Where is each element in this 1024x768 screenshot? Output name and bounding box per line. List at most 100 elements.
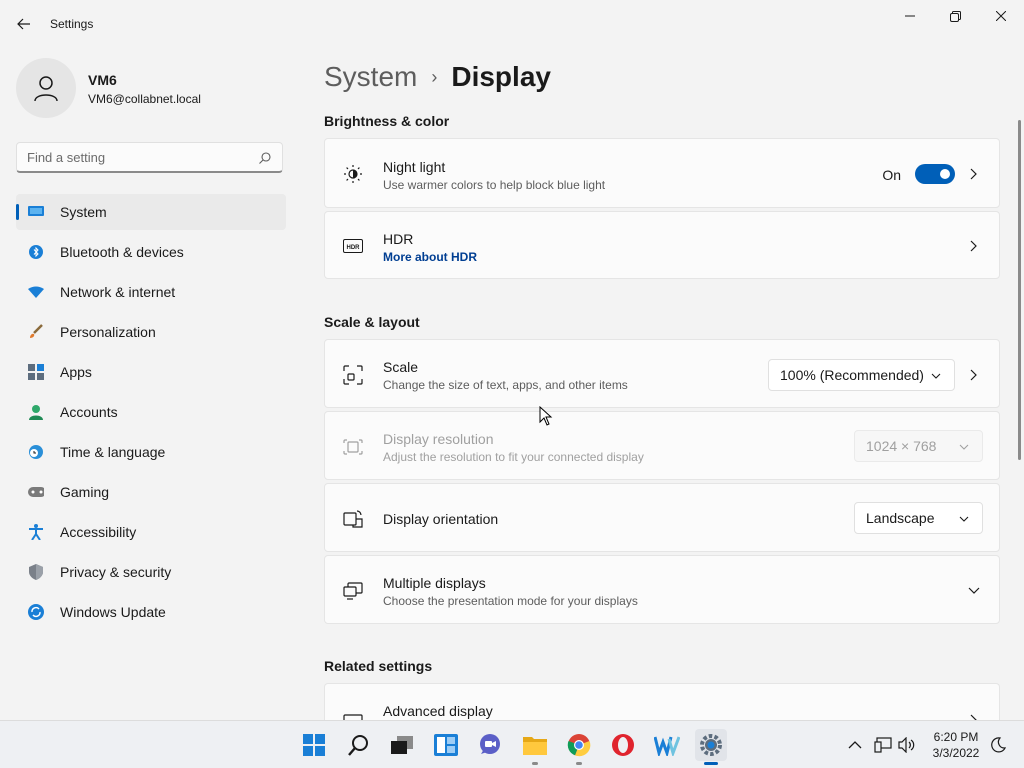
night-light-title: Night light	[383, 159, 446, 175]
settings-icon	[700, 734, 722, 756]
shield-icon	[28, 564, 44, 580]
start-button[interactable]	[298, 729, 330, 761]
bluetooth-icon	[28, 244, 44, 260]
taskbar: 6:20 PM 3/3/2022	[0, 720, 1024, 768]
orientation-card[interactable]: Display orientation Landscape	[324, 483, 1000, 552]
notifications-button[interactable]	[988, 735, 1008, 755]
scale-card[interactable]: Scale Change the size of text, apps, and…	[324, 339, 1000, 408]
hdr-title: HDR	[383, 231, 414, 247]
profile-name: VM6	[88, 72, 117, 88]
orientation-dropdown[interactable]: Landscape	[854, 502, 983, 534]
speaker-icon	[898, 737, 915, 753]
sidebar-item-label: Accessibility	[60, 524, 137, 540]
sidebar-item-label: Windows Update	[60, 604, 166, 620]
night-light-toggle[interactable]	[915, 164, 955, 184]
night-light-card[interactable]: Night light Use warmer colors to help bl…	[324, 138, 1000, 208]
resolution-card: Display resolution Adjust the resolution…	[324, 411, 1000, 480]
clock-time: 6:20 PM	[933, 730, 979, 744]
search-box[interactable]	[16, 142, 283, 173]
resolution-title: Display resolution	[383, 431, 494, 447]
word-icon	[654, 736, 680, 756]
system-icon	[28, 204, 44, 220]
sidebar-item-gaming[interactable]: Gaming	[16, 474, 286, 510]
chevron-down-icon	[959, 444, 969, 450]
scale-icon	[343, 365, 363, 385]
minimize-icon	[905, 15, 915, 17]
sidebar-item-network[interactable]: Network & internet	[16, 274, 286, 310]
avatar	[16, 58, 76, 118]
restore-icon	[949, 10, 961, 22]
opera-button[interactable]	[607, 729, 639, 761]
settings-button[interactable]	[695, 729, 727, 765]
breadcrumb-parent[interactable]: System	[324, 61, 417, 93]
sidebar-item-apps[interactable]: Apps	[16, 354, 286, 390]
wifi-icon	[28, 284, 44, 300]
accessibility-icon	[28, 524, 44, 540]
chat-button[interactable]	[474, 729, 506, 761]
scale-subtitle: Change the size of text, apps, and other…	[383, 378, 628, 392]
user-profile[interactable]: VM6 VM6@collabnet.local	[16, 58, 286, 118]
task-view-button[interactable]	[386, 729, 418, 761]
minimize-button[interactable]	[887, 0, 933, 32]
hdr-more-link[interactable]: More about HDR	[383, 250, 477, 264]
scale-value: 100% (Recommended)	[780, 367, 924, 383]
search-input[interactable]	[27, 150, 247, 165]
chevron-down-icon[interactable]	[967, 584, 981, 598]
night-light-state: On	[882, 167, 901, 183]
ethernet-icon	[874, 737, 892, 753]
taskbar-search-button[interactable]	[343, 729, 375, 761]
advanced-display-card[interactable]: Advanced display	[324, 683, 1000, 720]
sidebar-item-privacy[interactable]: Privacy & security	[16, 554, 286, 590]
section-title-brightness: Brightness & color	[324, 113, 450, 129]
task-view-icon	[391, 736, 413, 754]
sidebar-item-label: Personalization	[60, 324, 156, 340]
person-icon	[34, 76, 58, 102]
widgets-button[interactable]	[430, 729, 462, 761]
title-bar: Settings	[0, 0, 1024, 48]
brush-icon	[28, 324, 44, 340]
volume-tray-button[interactable]	[897, 735, 917, 755]
gamepad-icon	[28, 484, 44, 500]
sidebar-item-system[interactable]: System	[16, 194, 286, 230]
hdr-icon: HDR	[343, 236, 363, 256]
sidebar-item-label: Accounts	[60, 404, 118, 420]
chrome-button[interactable]	[563, 729, 595, 765]
file-explorer-button[interactable]	[519, 729, 551, 765]
sidebar-nav: System Bluetooth & devices Network & int…	[16, 194, 286, 634]
orientation-value: Landscape	[866, 510, 935, 526]
breadcrumb: System › Display	[324, 57, 551, 97]
search-icon	[259, 152, 271, 164]
close-button[interactable]	[978, 0, 1024, 32]
active-indicator	[704, 762, 718, 765]
multiple-displays-card[interactable]: Multiple displays Choose the presentatio…	[324, 555, 1000, 624]
resolution-value: 1024 × 768	[866, 438, 937, 454]
show-hidden-icons-button[interactable]	[845, 735, 865, 755]
back-button[interactable]	[12, 12, 36, 36]
chevron-right-icon	[967, 713, 981, 720]
scale-dropdown[interactable]: 100% (Recommended)	[768, 359, 955, 391]
sidebar-item-label: Network & internet	[60, 284, 176, 300]
orientation-title: Display orientation	[383, 511, 499, 527]
scrollbar[interactable]	[1018, 120, 1021, 460]
hdr-card[interactable]: HDR HDR More about HDR	[324, 211, 1000, 279]
apps-icon	[28, 364, 44, 380]
sidebar-item-windows-update[interactable]: Windows Update	[16, 594, 286, 630]
sidebar-item-bluetooth[interactable]: Bluetooth & devices	[16, 234, 286, 270]
sidebar-item-label: Time & language	[60, 444, 166, 460]
sidebar-item-time-language[interactable]: Time & language	[16, 434, 286, 470]
network-tray-button[interactable]	[873, 735, 893, 755]
sidebar-item-accessibility[interactable]: Accessibility	[16, 514, 286, 550]
restore-button[interactable]	[932, 0, 978, 32]
opera-icon	[612, 734, 634, 756]
multiple-displays-subtitle: Choose the presentation mode for your di…	[383, 594, 638, 608]
sidebar-item-label: System	[60, 204, 107, 220]
section-title-scale-layout: Scale & layout	[324, 314, 420, 330]
sidebar-item-personalization[interactable]: Personalization	[16, 314, 286, 350]
word-button[interactable]	[651, 729, 683, 761]
close-icon	[996, 11, 1006, 21]
sidebar-item-accounts[interactable]: Accounts	[16, 394, 286, 430]
multiple-displays-icon	[343, 581, 363, 601]
clock[interactable]: 6:20 PM 3/3/2022	[918, 729, 994, 761]
person-icon	[28, 404, 44, 420]
back-arrow-icon	[17, 18, 30, 30]
